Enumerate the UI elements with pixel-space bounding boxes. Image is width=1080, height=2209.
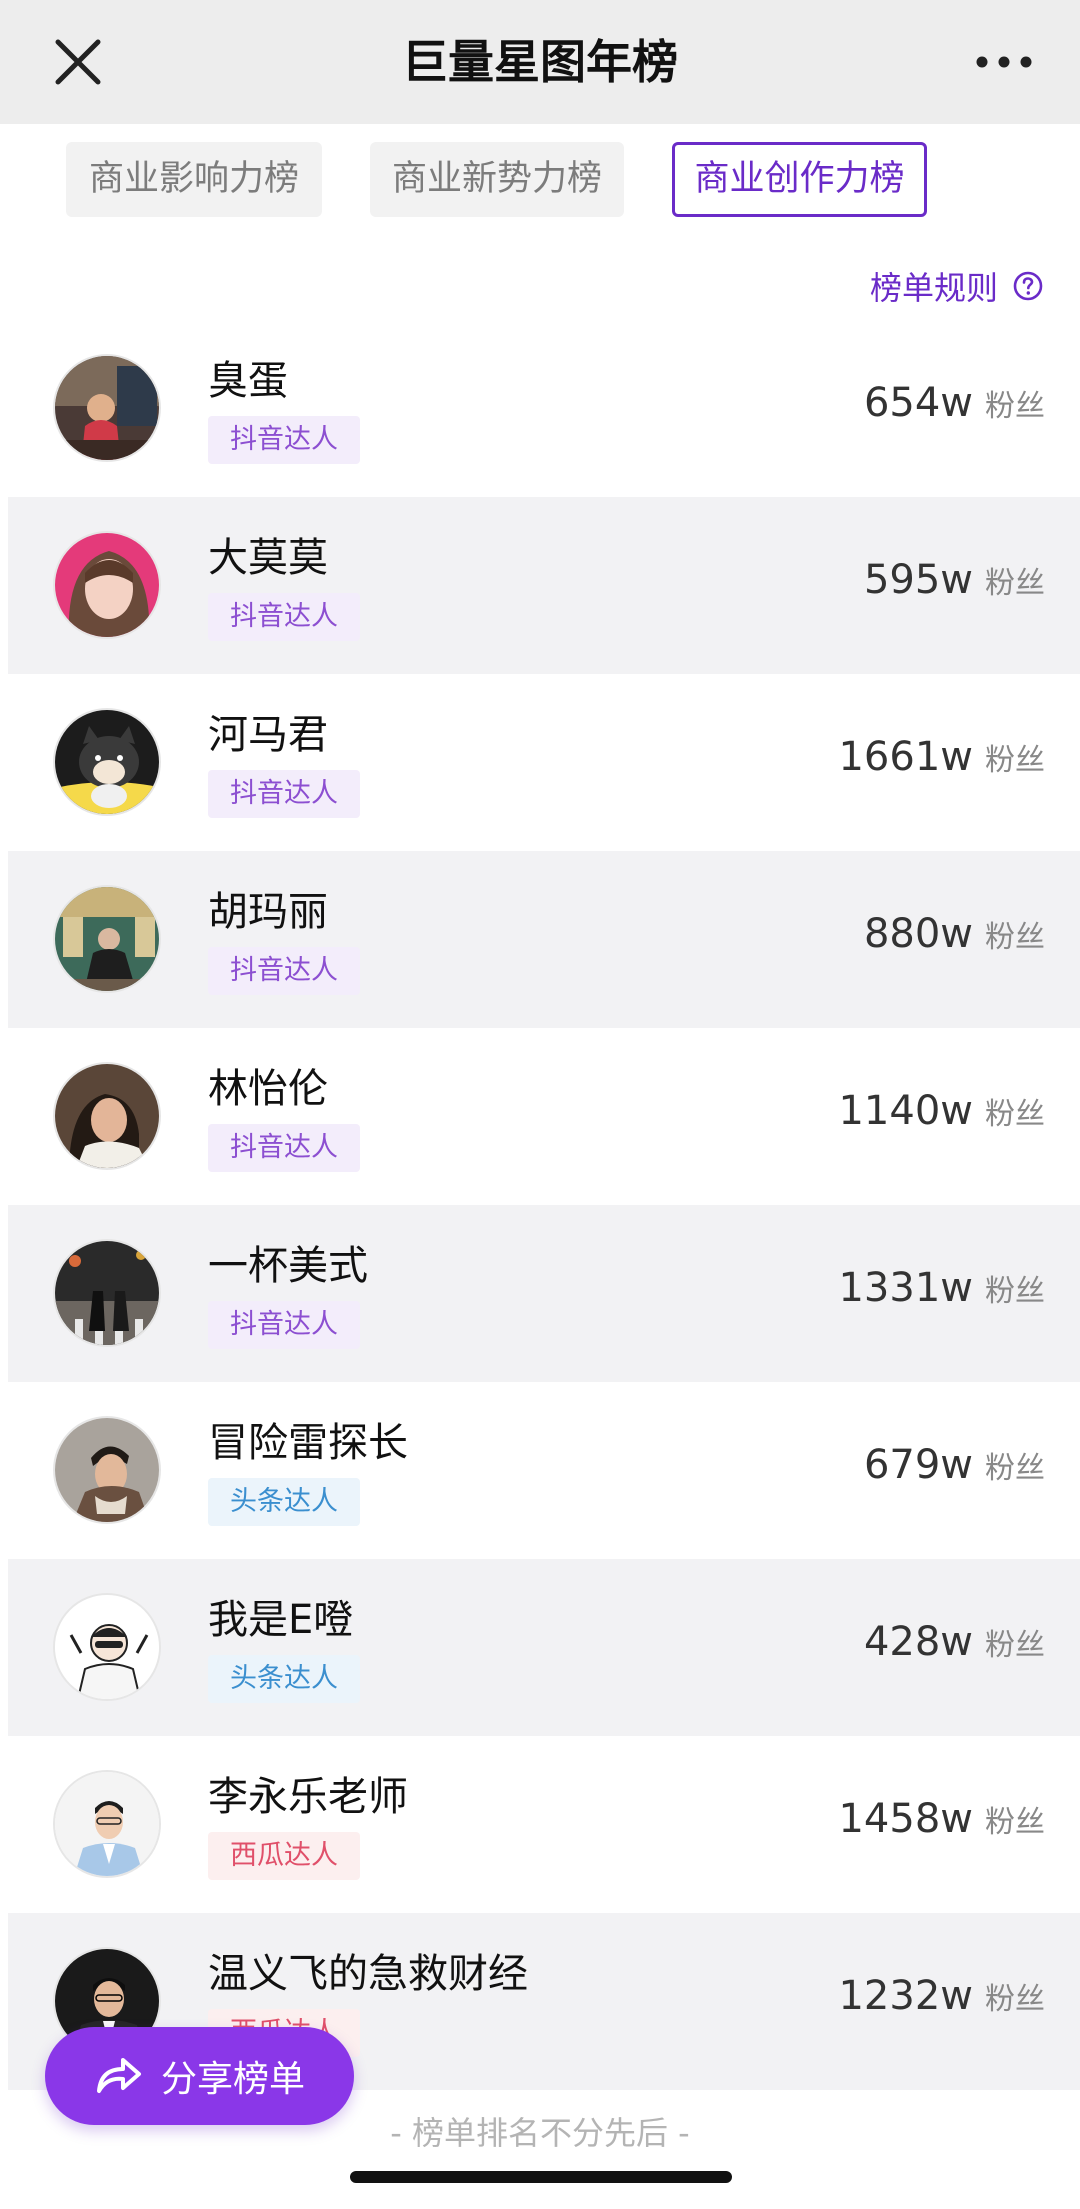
- fans-count: 1661w 粉丝: [838, 734, 1045, 780]
- creator-name: 温义飞的急救财经: [208, 1951, 528, 1997]
- avatar: [53, 354, 161, 462]
- tab-business-creativity[interactable]: 商业创作力榜: [672, 142, 927, 217]
- more-dots-icon[interactable]: [972, 44, 1036, 80]
- avatar: [53, 531, 161, 639]
- fans-unit: 粉丝: [985, 1982, 1045, 2017]
- platform-badge: 抖音达人: [208, 947, 360, 995]
- creator-name: 我是E噔: [208, 1597, 354, 1643]
- fans-unit: 粉丝: [985, 1805, 1045, 1840]
- fans-unit: 粉丝: [985, 1097, 1045, 1132]
- avatar: [53, 1416, 161, 1524]
- list-item[interactable]: 冒险雷探长 头条达人 679w 粉丝: [8, 1382, 1080, 1559]
- fans-unit: 粉丝: [985, 1451, 1045, 1486]
- top-nav-bar: 巨量星图年榜: [0, 0, 1080, 124]
- ranking-tabs: 商业影响力榜 商业新势力榜 商业创作力榜: [0, 124, 1080, 254]
- fans-count: 595w 粉丝: [864, 557, 1045, 603]
- fans-count: 679w 粉丝: [864, 1442, 1045, 1488]
- avatar: [53, 1770, 161, 1878]
- platform-badge: 抖音达人: [208, 770, 360, 818]
- list-item[interactable]: 胡玛丽 抖音达人 880w 粉丝: [8, 851, 1080, 1028]
- platform-badge: 头条达人: [208, 1478, 360, 1526]
- platform-badge: 抖音达人: [208, 1301, 360, 1349]
- fans-number: 654w: [863, 380, 973, 426]
- fans-number: 880w: [863, 911, 973, 957]
- list-item[interactable]: 臭蛋 抖音达人 654w 粉丝: [8, 320, 1080, 497]
- creator-name: 一杯美式: [208, 1243, 368, 1289]
- fans-number: 595w: [863, 557, 973, 603]
- fans-count: 1458w 粉丝: [838, 1796, 1045, 1842]
- platform-badge: 头条达人: [208, 1655, 360, 1703]
- close-icon[interactable]: [50, 30, 106, 94]
- list-item[interactable]: 林怡伦 抖音达人 1140w 粉丝: [8, 1028, 1080, 1205]
- creator-name: 大莫莫: [208, 535, 328, 581]
- platform-badge: 抖音达人: [208, 593, 360, 641]
- avatar: [53, 708, 161, 816]
- share-label: 分享榜单: [161, 2059, 306, 2100]
- platform-badge: 抖音达人: [208, 416, 360, 464]
- list-item[interactable]: 河马君 抖音达人 1661w 粉丝: [8, 674, 1080, 851]
- share-icon: [93, 2055, 143, 2097]
- fans-count: 654w 粉丝: [864, 380, 1045, 426]
- creator-name: 臭蛋: [208, 358, 288, 404]
- avatar: [53, 1062, 161, 1170]
- fans-unit: 粉丝: [985, 1628, 1045, 1663]
- fans-number: 428w: [863, 1619, 973, 1665]
- platform-badge: 西瓜达人: [208, 1832, 360, 1880]
- fans-number: 679w: [863, 1442, 973, 1488]
- creator-name: 冒险雷探长: [208, 1420, 408, 1466]
- fans-unit: 粉丝: [985, 389, 1045, 424]
- platform-badge: 抖音达人: [208, 1124, 360, 1172]
- fans-unit: 粉丝: [985, 566, 1045, 601]
- fans-unit: 粉丝: [985, 920, 1045, 955]
- home-indicator[interactable]: [350, 2171, 732, 2183]
- creator-name: 李永乐老师: [208, 1774, 408, 1820]
- creator-name: 河马君: [208, 712, 328, 758]
- list-item[interactable]: 一杯美式 抖音达人 1331w 粉丝: [8, 1205, 1080, 1382]
- ranking-list: 臭蛋 抖音达人 654w 粉丝 大莫莫 抖音达人 595w 粉丝 河马君 抖音达人 …: [8, 320, 1080, 2090]
- creator-name: 林怡伦: [208, 1066, 328, 1112]
- avatar: [53, 1239, 161, 1347]
- fans-number: 1140w: [838, 1088, 973, 1134]
- fans-count: 1140w 粉丝: [838, 1088, 1045, 1134]
- fans-count: 1331w 粉丝: [838, 1265, 1045, 1311]
- fans-unit: 粉丝: [985, 1274, 1045, 1309]
- fans-number: 1331w: [838, 1265, 973, 1311]
- share-ranking-button[interactable]: 分享榜单: [45, 2027, 354, 2125]
- question-circle-icon: [1012, 270, 1044, 302]
- rules-label: 榜单规则: [869, 269, 998, 307]
- list-item[interactable]: 我是E噔 头条达人 428w 粉丝: [8, 1559, 1080, 1736]
- fans-unit: 粉丝: [985, 743, 1045, 778]
- fans-number: 1661w: [838, 734, 973, 780]
- fans-number: 1232w: [838, 1973, 973, 2019]
- creator-name: 胡玛丽: [208, 889, 328, 935]
- avatar: [53, 1593, 161, 1701]
- avatar: [53, 885, 161, 993]
- tab-business-newcomer[interactable]: 商业新势力榜: [370, 142, 624, 217]
- fans-number: 1458w: [838, 1796, 973, 1842]
- page-title: 巨量星图年榜: [402, 35, 678, 89]
- list-item[interactable]: 李永乐老师 西瓜达人 1458w 粉丝: [8, 1736, 1080, 1913]
- fans-count: 1232w 粉丝: [838, 1973, 1045, 2019]
- fans-count: 428w 粉丝: [864, 1619, 1045, 1665]
- ranking-rules-link[interactable]: 榜单规则: [870, 262, 1044, 310]
- list-item[interactable]: 大莫莫 抖音达人 595w 粉丝: [8, 497, 1080, 674]
- tab-business-influence[interactable]: 商业影响力榜: [66, 142, 322, 217]
- fans-count: 880w 粉丝: [864, 911, 1045, 957]
